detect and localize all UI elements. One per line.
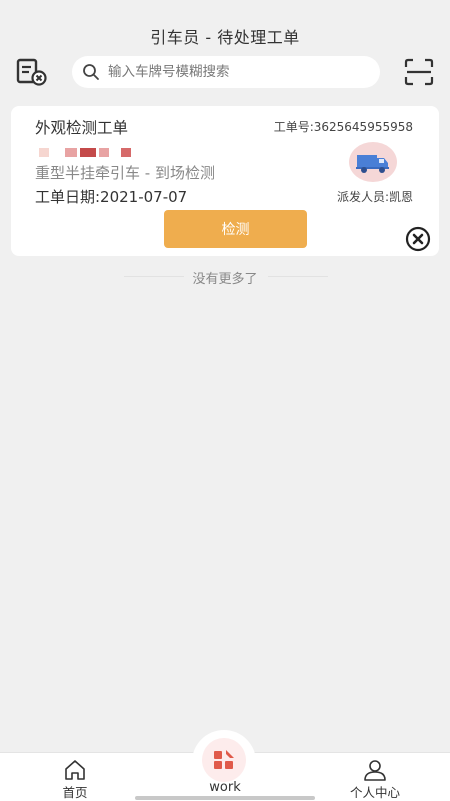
truck-avatar bbox=[349, 142, 397, 182]
scan-icon[interactable] bbox=[404, 58, 434, 86]
search-bar[interactable] bbox=[72, 56, 380, 88]
dispatcher: 派发人员:凯恩 bbox=[336, 190, 413, 204]
clear-list-icon[interactable] bbox=[16, 58, 48, 86]
work-order-card[interactable]: 外观检测工单 工单号:3625645955958 重型半挂牵引车 - 到场检测 … bbox=[11, 106, 439, 256]
close-icon[interactable] bbox=[405, 226, 431, 252]
no-more-text: 没有更多了 bbox=[192, 272, 258, 287]
detect-button[interactable]: 检测 bbox=[164, 210, 307, 248]
work-icon bbox=[214, 750, 234, 769]
nav-home[interactable]: 首页 bbox=[30, 753, 120, 801]
nav-work[interactable] bbox=[202, 738, 246, 782]
truck-icon bbox=[356, 155, 389, 173]
nav-home-label: 首页 bbox=[62, 785, 88, 800]
search-icon bbox=[83, 64, 99, 80]
header: 引车员 - 待处理工单 bbox=[0, 0, 450, 100]
order-date: 工单日期:2021-07-07 bbox=[35, 188, 188, 206]
license-plate-blurred bbox=[39, 148, 131, 160]
page-title: 引车员 - 待处理工单 bbox=[150, 28, 300, 47]
home-indicator bbox=[135, 796, 315, 800]
vehicle-description: 重型半挂牵引车 - 到场检测 bbox=[35, 164, 215, 182]
order-type-title: 外观检测工单 bbox=[35, 119, 129, 137]
nav-profile[interactable]: 个人中心 bbox=[330, 753, 420, 801]
order-number: 工单号:3625645955958 bbox=[273, 120, 413, 134]
search-input[interactable] bbox=[106, 63, 370, 81]
nav-profile-label: 个人中心 bbox=[349, 785, 400, 800]
user-icon bbox=[364, 760, 386, 781]
divider-right bbox=[268, 276, 328, 277]
home-icon bbox=[65, 760, 85, 780]
nav-work-label: work bbox=[209, 780, 241, 795]
